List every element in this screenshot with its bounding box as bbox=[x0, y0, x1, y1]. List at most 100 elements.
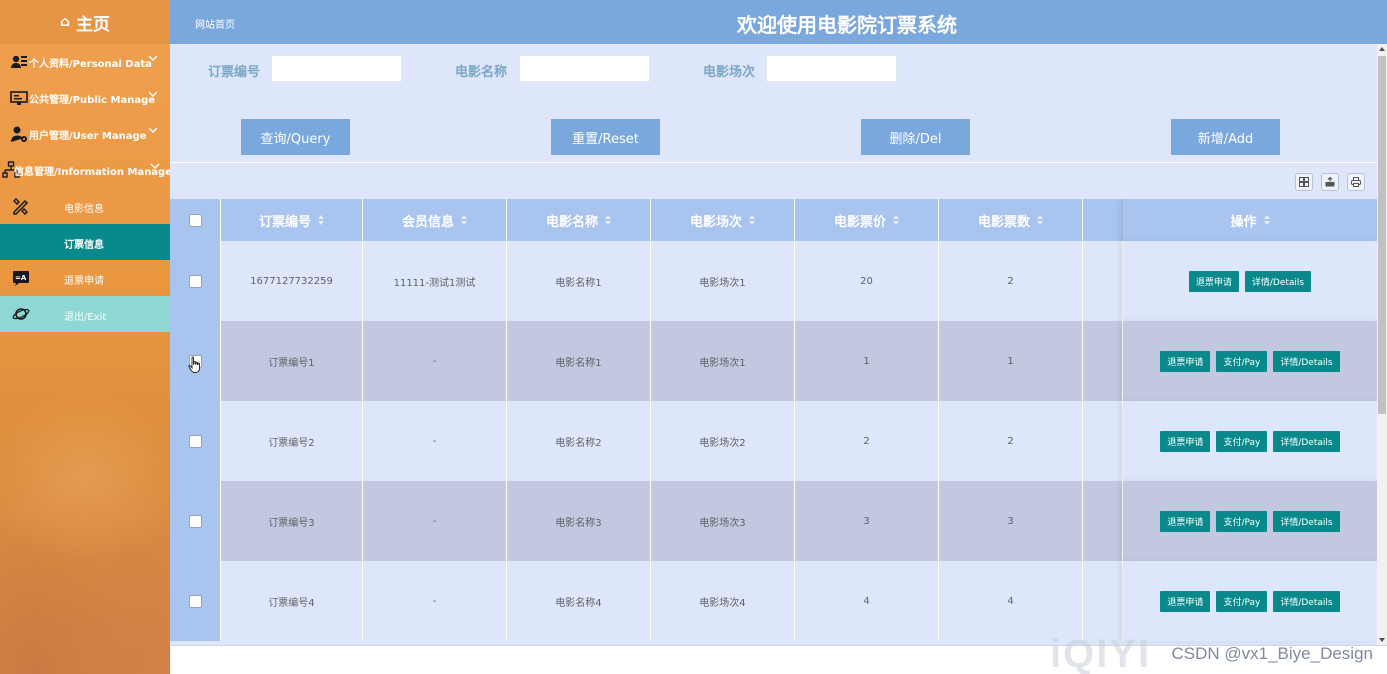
cell-spacer bbox=[1083, 481, 1123, 561]
col-header-ticket-count[interactable]: 电影票数 bbox=[939, 199, 1083, 241]
booking-no-input[interactable] bbox=[271, 55, 402, 82]
refund-button[interactable]: 退票申请 bbox=[1160, 590, 1211, 612]
sort-icon[interactable] bbox=[749, 215, 755, 225]
row-select-cell bbox=[170, 481, 221, 561]
planet-icon bbox=[12, 308, 30, 320]
cell-ticket-count: 2 bbox=[939, 401, 1083, 481]
sidebar-item-personal-data[interactable]: 个人资料/Personal Data bbox=[0, 44, 170, 80]
cell-movie-name: 电影名称4 bbox=[507, 561, 651, 641]
sidebar-item-label: 用户管理/User Manage bbox=[29, 131, 147, 142]
col-header-booking-no[interactable]: 订票编号 bbox=[221, 199, 363, 241]
sidebar-item-refund-request[interactable]: =A 退票申请 bbox=[0, 260, 170, 296]
vertical-scrollbar[interactable] bbox=[1377, 44, 1387, 645]
refund-button[interactable]: 退票申请 bbox=[1160, 430, 1211, 452]
columns-icon[interactable] bbox=[1295, 173, 1313, 191]
cell-operations: 退票申请 支付/Pay 详情/Details bbox=[1123, 561, 1377, 641]
col-header-ticket-price[interactable]: 电影票价 bbox=[795, 199, 939, 241]
sidebar: ⌂ 主页 个人资料/Personal Data 公共管理/Public Mana… bbox=[0, 0, 170, 674]
cell-booking-no: 订票编号3 bbox=[221, 481, 363, 561]
details-button[interactable]: 详情/Details bbox=[1273, 510, 1340, 532]
col-header-label: 订票编号 bbox=[258, 214, 311, 230]
movie-session-label: 电影场次 bbox=[703, 65, 756, 80]
row-select-cell bbox=[170, 401, 221, 481]
sort-icon[interactable] bbox=[605, 215, 611, 225]
query-button[interactable]: 查询/Query bbox=[241, 119, 350, 155]
movie-name-label: 电影名称 bbox=[455, 65, 508, 80]
cell-member-info: - bbox=[363, 481, 507, 561]
add-button[interactable]: 新增/Add bbox=[1171, 119, 1280, 155]
sort-icon[interactable] bbox=[1037, 215, 1043, 225]
booking-table: 订票编号 会员信息 电影名称 电影场次 电影票价 电影票数 操作 1677127… bbox=[170, 199, 1377, 645]
main-content: 网站首页 欢迎使用电影院订票系统 订票编号 电影名称 电影场次 查询/Query… bbox=[170, 0, 1387, 674]
col-header-movie-session[interactable]: 电影场次 bbox=[651, 199, 795, 241]
cell-booking-no: 1677127732259 bbox=[221, 241, 363, 321]
sidebar-brand-label: 主页 bbox=[76, 14, 111, 35]
sort-icon[interactable] bbox=[461, 215, 467, 225]
col-header-movie-name[interactable]: 电影名称 bbox=[507, 199, 651, 241]
site-home-link[interactable]: 网站首页 bbox=[195, 16, 235, 31]
delete-button[interactable]: 删除/Del bbox=[861, 119, 970, 155]
cell-booking-no: 订票编号4 bbox=[221, 561, 363, 641]
refund-button[interactable]: 退票申请 bbox=[1188, 270, 1239, 292]
table-header: 订票编号 会员信息 电影名称 电影场次 电影票价 电影票数 操作 bbox=[170, 199, 1377, 241]
search-form: 订票编号 电影名称 电影场次 bbox=[170, 55, 1387, 83]
refund-button[interactable]: 退票申请 bbox=[1160, 510, 1211, 532]
scroll-up-arrow-icon[interactable] bbox=[1379, 47, 1385, 51]
sort-icon[interactable] bbox=[1263, 215, 1270, 225]
cell-ticket-count: 3 bbox=[939, 481, 1083, 561]
pay-button[interactable]: 支付/Pay bbox=[1216, 510, 1268, 532]
sidebar-item-label: 个人资料/Personal Data bbox=[29, 59, 152, 70]
scrollbar-thumb[interactable] bbox=[1378, 56, 1386, 414]
sidebar-item-user-manage[interactable]: 用户管理/User Manage bbox=[0, 116, 170, 152]
row-checkbox[interactable] bbox=[188, 434, 202, 448]
pay-button[interactable]: 支付/Pay bbox=[1216, 350, 1268, 372]
sidebar-item-booking-info[interactable]: 订票信息 bbox=[0, 224, 170, 260]
hand-cursor-icon bbox=[188, 356, 200, 373]
details-button[interactable]: 详情/Details bbox=[1273, 430, 1340, 452]
cell-ticket-count: 2 bbox=[939, 241, 1083, 321]
details-button[interactable]: 详情/Details bbox=[1273, 590, 1340, 612]
iqiyi-watermark-logo: iQIYI bbox=[1050, 632, 1152, 674]
sidebar-item-exit[interactable]: 退出/Exit bbox=[0, 296, 170, 332]
select-all-checkbox[interactable] bbox=[188, 213, 202, 227]
cell-spacer bbox=[1083, 561, 1123, 641]
movie-session-input[interactable] bbox=[766, 55, 897, 82]
details-button[interactable]: 详情/Details bbox=[1273, 350, 1340, 372]
export-icon[interactable] bbox=[1321, 173, 1339, 191]
print-icon[interactable] bbox=[1347, 173, 1365, 191]
row-checkbox[interactable] bbox=[188, 274, 202, 288]
cell-movie-name: 电影名称2 bbox=[507, 401, 651, 481]
reset-button[interactable]: 重置/Reset bbox=[551, 119, 660, 155]
refund-button[interactable]: 退票申请 bbox=[1160, 350, 1211, 372]
user-card-icon bbox=[11, 55, 27, 68]
cell-ticket-price: 20 bbox=[795, 241, 939, 321]
sidebar-item-movie-info[interactable]: 电影信息 bbox=[0, 188, 170, 224]
sidebar-brand[interactable]: ⌂ 主页 bbox=[0, 0, 170, 44]
pay-button[interactable]: 支付/Pay bbox=[1216, 430, 1268, 452]
user-gear-icon bbox=[11, 126, 27, 142]
cell-member-info: - bbox=[363, 561, 507, 641]
table-row: 订票编号1 - 电影名称1 电影场次1 1 1 退票申请 支付/Pay 详情/D… bbox=[170, 321, 1377, 401]
cell-movie-session: 电影场次2 bbox=[651, 401, 795, 481]
movie-name-input[interactable] bbox=[519, 55, 650, 82]
cell-operations: 退票申请 支付/Pay 详情/Details bbox=[1123, 481, 1377, 561]
scroll-down-arrow-icon[interactable] bbox=[1379, 638, 1385, 642]
select-all-cell bbox=[170, 199, 221, 241]
sidebar-item-label: 信息管理/Information Manage bbox=[14, 167, 170, 178]
details-button[interactable]: 详情/Details bbox=[1244, 270, 1312, 292]
cell-ticket-count: 1 bbox=[939, 321, 1083, 401]
divider bbox=[170, 162, 1377, 163]
cell-movie-name: 电影名称1 bbox=[507, 321, 651, 401]
sort-icon[interactable] bbox=[893, 215, 899, 225]
sort-icon[interactable] bbox=[318, 215, 324, 225]
pay-button[interactable]: 支付/Pay bbox=[1216, 590, 1268, 612]
col-header-member-info[interactable]: 会员信息 bbox=[363, 199, 507, 241]
sidebar-item-public-manage[interactable]: 公共管理/Public Manage bbox=[0, 80, 170, 116]
col-header-label: 电影场次 bbox=[689, 214, 742, 230]
row-checkbox[interactable] bbox=[188, 594, 202, 608]
sidebar-item-information-manage[interactable]: 信息管理/Information Manage bbox=[0, 152, 170, 188]
chevron-down-icon bbox=[148, 55, 158, 61]
col-header-label: 会员信息 bbox=[401, 214, 454, 230]
table-row: 订票编号3 - 电影名称3 电影场次3 3 3 退票申请 支付/Pay 详情/D… bbox=[170, 481, 1377, 561]
row-checkbox[interactable] bbox=[188, 514, 202, 528]
